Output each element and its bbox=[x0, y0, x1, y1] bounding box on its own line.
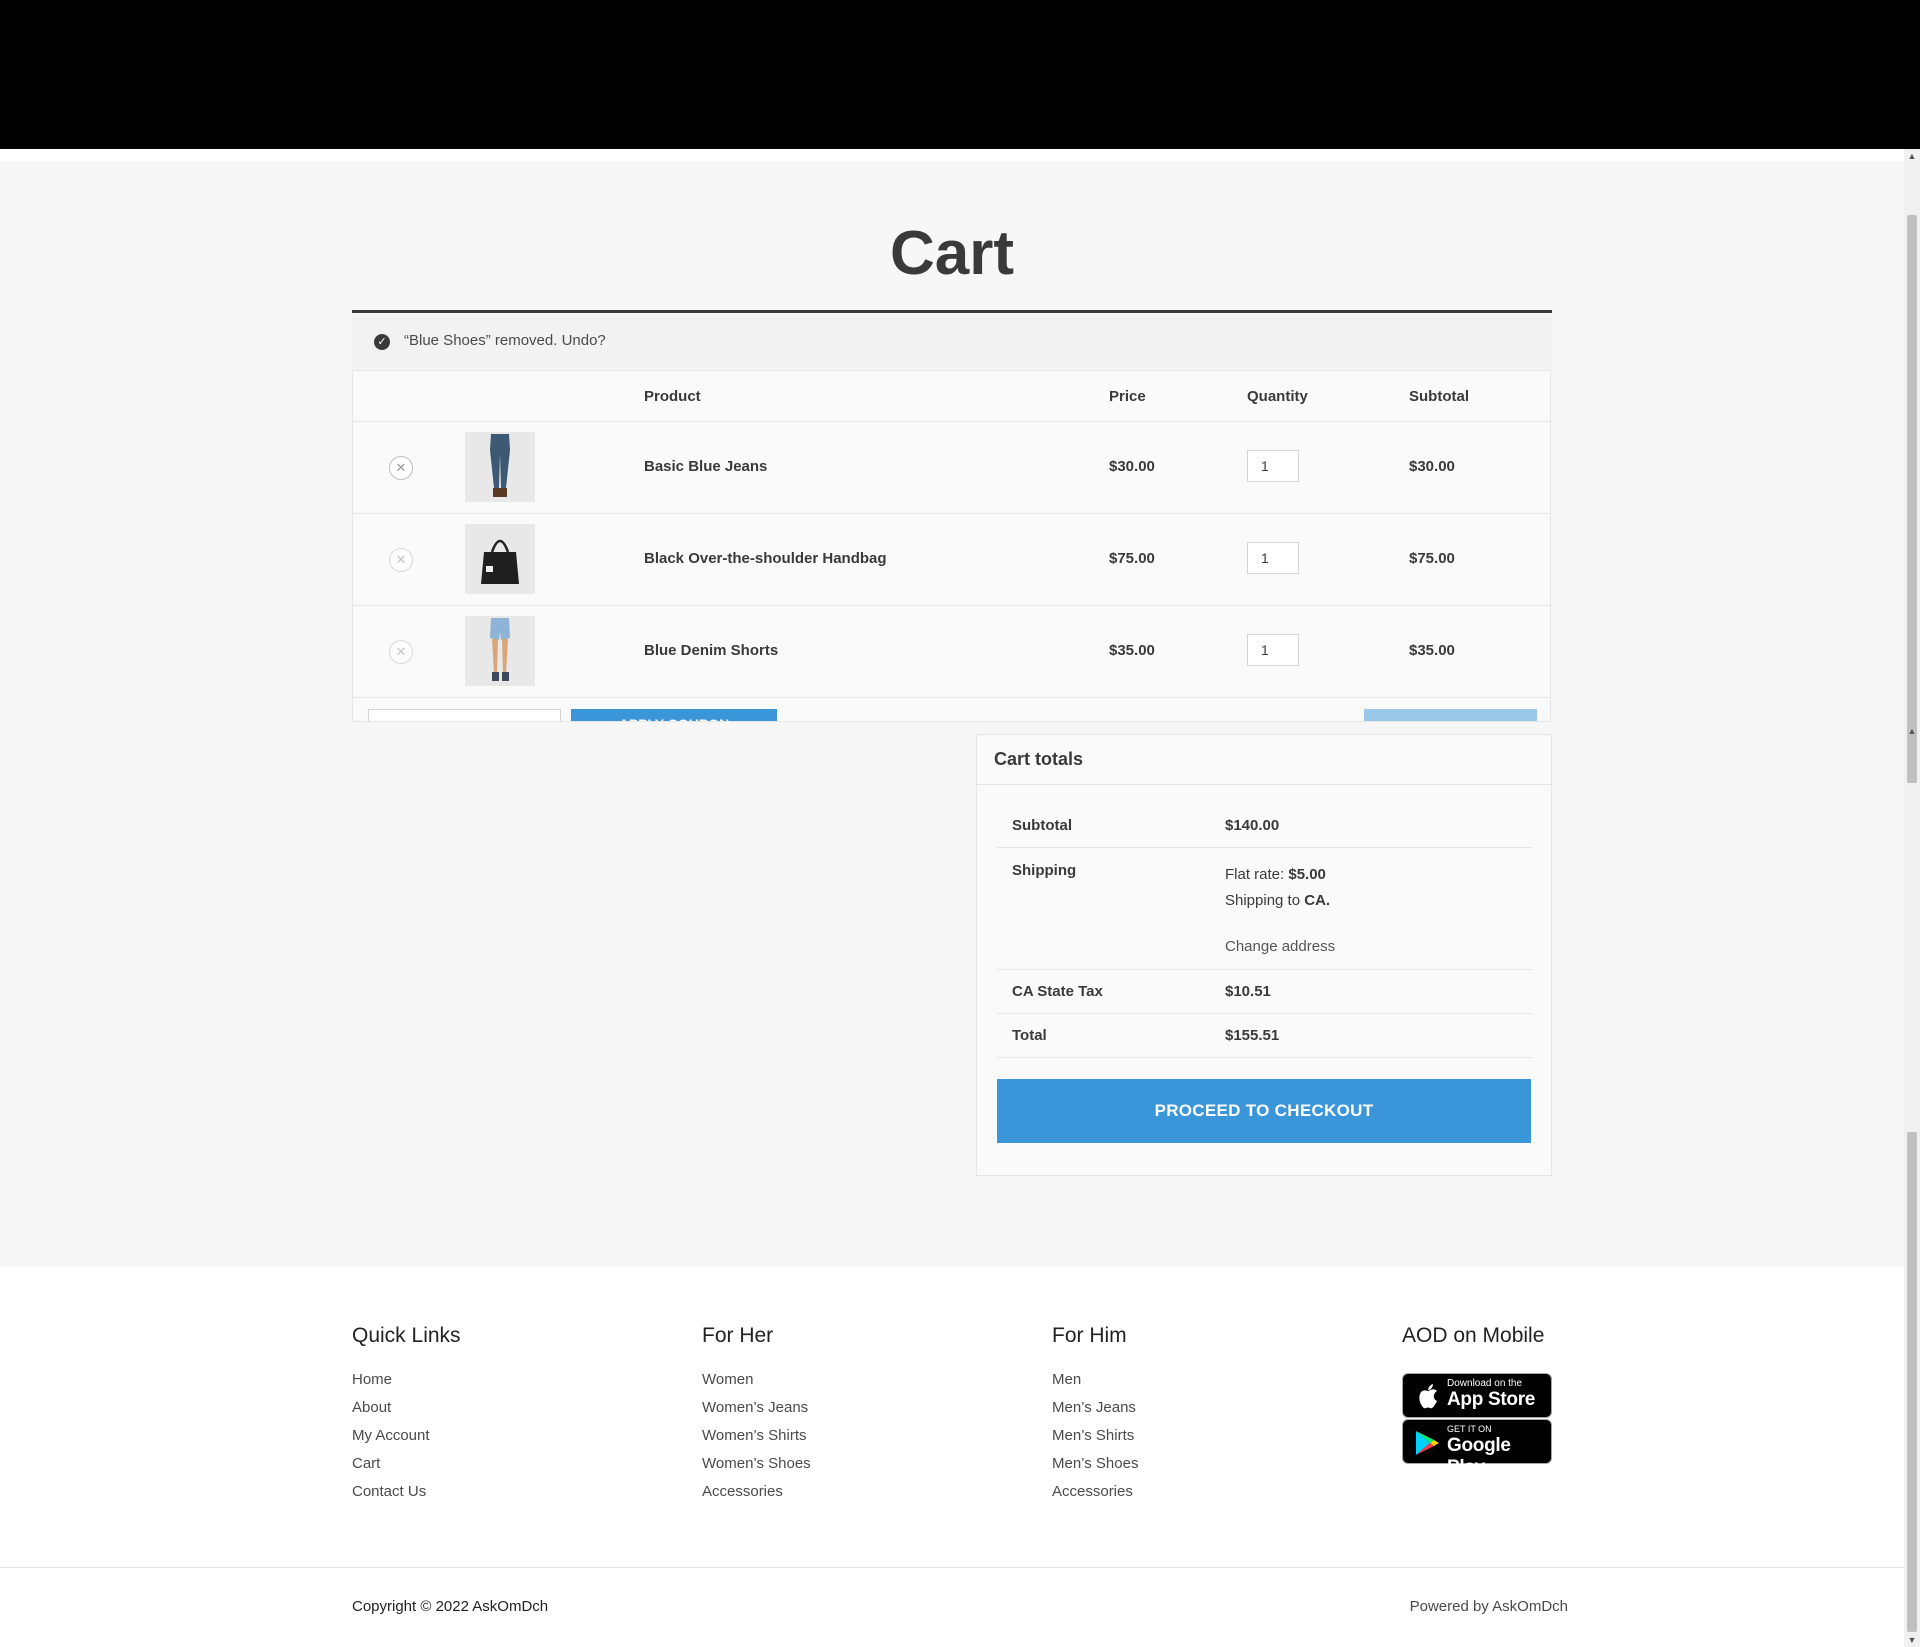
title-divider bbox=[352, 310, 1552, 313]
footer-link-about[interactable]: About bbox=[352, 1394, 461, 1422]
subtotal-label: Subtotal bbox=[1012, 817, 1072, 834]
cart-notice: ✓ “Blue Shoes” removed. Undo? bbox=[352, 314, 1552, 369]
google-play-big-text: Google Play bbox=[1447, 1435, 1511, 1478]
app-store-badge[interactable]: Download on the App Store bbox=[1402, 1373, 1552, 1418]
apply-coupon-button[interactable]: APPLY COUPON bbox=[571, 709, 777, 721]
quantity-input[interactable]: 1 bbox=[1247, 542, 1299, 574]
proceed-to-checkout-button[interactable]: PROCEED TO CHECKOUT bbox=[997, 1079, 1531, 1143]
header-product: Product bbox=[644, 388, 701, 405]
product-thumbnail-handbag[interactable] bbox=[465, 524, 535, 594]
footer-link-women[interactable]: Women bbox=[702, 1366, 811, 1394]
footer-link-contact-us[interactable]: Contact Us bbox=[352, 1478, 461, 1506]
cart-table: Product Price Quantity Subtotal ✕ Basic … bbox=[352, 370, 1551, 722]
cart-totals-heading: Cart totals bbox=[994, 749, 1084, 769]
page-scrollbar[interactable]: ▲ ▲ ▼ bbox=[1904, 149, 1920, 1647]
footer-link-mens-shirts[interactable]: Men’s Shirts bbox=[1052, 1422, 1138, 1450]
cart-totals-panel: Cart totals Subtotal $140.00 Shipping Fl… bbox=[976, 734, 1552, 1176]
footer-heading: AOD on Mobile bbox=[1402, 1324, 1545, 1347]
scroll-up-arrow-icon[interactable]: ▲ bbox=[1904, 149, 1920, 163]
row-divider bbox=[353, 513, 1550, 514]
google-play-badge[interactable]: GET IT ON Google Play bbox=[1402, 1419, 1552, 1478]
footer-link-accessories[interactable]: Accessories bbox=[702, 1478, 811, 1506]
scroll-up-arrow-icon[interactable]: ▲ bbox=[1904, 724, 1920, 738]
flat-rate-line[interactable]: Flat rate: $5.00 bbox=[1225, 866, 1326, 883]
apple-icon bbox=[1419, 1384, 1437, 1409]
product-thumbnail-jeans[interactable] bbox=[465, 432, 535, 502]
item-subtotal: $35.00 bbox=[1409, 642, 1455, 659]
shipping-destination: Shipping to CA. bbox=[1225, 892, 1330, 909]
check-circle-icon: ✓ bbox=[374, 334, 390, 350]
product-thumbnail-shorts[interactable] bbox=[465, 616, 535, 686]
footer-mobile: AOD on Mobile bbox=[1402, 1324, 1544, 1366]
footer-link-accessories[interactable]: Accessories bbox=[1052, 1478, 1138, 1506]
footer-link-my-account[interactable]: My Account bbox=[352, 1422, 461, 1450]
shipping-label: Shipping bbox=[1012, 862, 1077, 879]
page-title: Cart bbox=[889, 219, 1015, 288]
shipping-to-value: CA. bbox=[1304, 892, 1331, 909]
flat-rate-label: Flat rate: bbox=[1225, 866, 1285, 883]
footer-link-men[interactable]: Men bbox=[1052, 1366, 1138, 1394]
item-price: $30.00 bbox=[1109, 458, 1155, 475]
footer-link-cart[interactable]: Cart bbox=[352, 1450, 461, 1478]
powered-by-link[interactable]: Powered by AskOmDch bbox=[1410, 1598, 1568, 1615]
header-subtotal: Subtotal bbox=[1409, 388, 1469, 405]
row-divider bbox=[353, 421, 1550, 422]
footer-link-mens-jeans[interactable]: Men’s Jeans bbox=[1052, 1394, 1138, 1422]
item-price: $35.00 bbox=[1109, 642, 1155, 659]
footer-for-her: For Her Women Women’s Jeans Women’s Shir… bbox=[702, 1324, 811, 1506]
footer-link-womens-shirts[interactable]: Women’s Shirts bbox=[702, 1422, 811, 1450]
google-play-icon bbox=[1416, 1431, 1439, 1455]
scrollbar-thumb[interactable] bbox=[1907, 1132, 1917, 1632]
quantity-input[interactable]: 1 bbox=[1247, 450, 1299, 482]
row-divider bbox=[353, 605, 1550, 606]
quantity-input[interactable]: 1 bbox=[1247, 634, 1299, 666]
remove-item-button[interactable]: ✕ bbox=[389, 456, 413, 480]
scrollbar-thumb[interactable] bbox=[1907, 215, 1917, 783]
footer-heading: For Him bbox=[1052, 1324, 1127, 1347]
product-name-link[interactable]: Blue Denim Shorts bbox=[644, 642, 778, 659]
copyright-text: Copyright © 2022 AskOmDch bbox=[352, 1598, 549, 1615]
subtotal-value: $140.00 bbox=[1225, 817, 1280, 834]
footer-link-home[interactable]: Home bbox=[352, 1366, 461, 1394]
app-store-small-text: Download on the bbox=[1447, 1378, 1523, 1389]
product-name-link[interactable]: Basic Blue Jeans bbox=[644, 458, 767, 475]
footer-quick-links: Quick Links Home About My Account Cart C… bbox=[352, 1324, 461, 1506]
totals-divider bbox=[997, 1013, 1532, 1014]
product-name-link[interactable]: Black Over-the-shoulder Handbag bbox=[644, 550, 887, 567]
item-subtotal: $30.00 bbox=[1409, 458, 1455, 475]
shipping-to-label: Shipping to bbox=[1225, 892, 1301, 909]
google-play-small-text: GET IT ON bbox=[1447, 1424, 1492, 1434]
scroll-down-arrow-icon[interactable]: ▼ bbox=[1904, 1633, 1920, 1647]
remove-item-button[interactable]: ✕ bbox=[389, 548, 413, 572]
total-label: Total bbox=[1012, 1027, 1047, 1044]
tax-value: $10.51 bbox=[1225, 983, 1271, 1000]
change-address-link[interactable]: Change address bbox=[1225, 938, 1335, 955]
flat-rate-value: $5.00 bbox=[1288, 866, 1326, 883]
footer-link-womens-jeans[interactable]: Women’s Jeans bbox=[702, 1394, 811, 1422]
coupon-code-input[interactable] bbox=[368, 709, 561, 721]
row-divider bbox=[353, 697, 1550, 698]
header-price: Price bbox=[1109, 388, 1146, 405]
footer-heading: For Her bbox=[702, 1324, 774, 1347]
site-header bbox=[0, 0, 1920, 149]
footer-for-him: For Him Men Men’s Jeans Men’s Shirts Men… bbox=[1052, 1324, 1138, 1506]
totals-divider bbox=[997, 969, 1532, 970]
tax-label: CA State Tax bbox=[1012, 983, 1103, 1000]
totals-divider bbox=[997, 1057, 1532, 1058]
footer-heading: Quick Links bbox=[352, 1324, 461, 1347]
footer-divider bbox=[0, 1567, 1904, 1568]
totals-divider bbox=[997, 847, 1532, 848]
footer-link-womens-shoes[interactable]: Women’s Shoes bbox=[702, 1450, 811, 1478]
cart-totals-header: Cart totals bbox=[977, 735, 1551, 785]
item-subtotal: $75.00 bbox=[1409, 550, 1455, 567]
remove-item-button[interactable]: ✕ bbox=[389, 640, 413, 664]
item-price: $75.00 bbox=[1109, 550, 1155, 567]
total-value: $155.51 bbox=[1225, 1027, 1280, 1044]
header-quantity: Quantity bbox=[1247, 388, 1308, 405]
update-cart-button[interactable] bbox=[1364, 709, 1537, 721]
footer-link-mens-shoes[interactable]: Men’s Shoes bbox=[1052, 1450, 1138, 1478]
app-store-big-text: App Store bbox=[1447, 1389, 1536, 1410]
notice-message[interactable]: “Blue Shoes” removed. Undo? bbox=[404, 332, 606, 349]
